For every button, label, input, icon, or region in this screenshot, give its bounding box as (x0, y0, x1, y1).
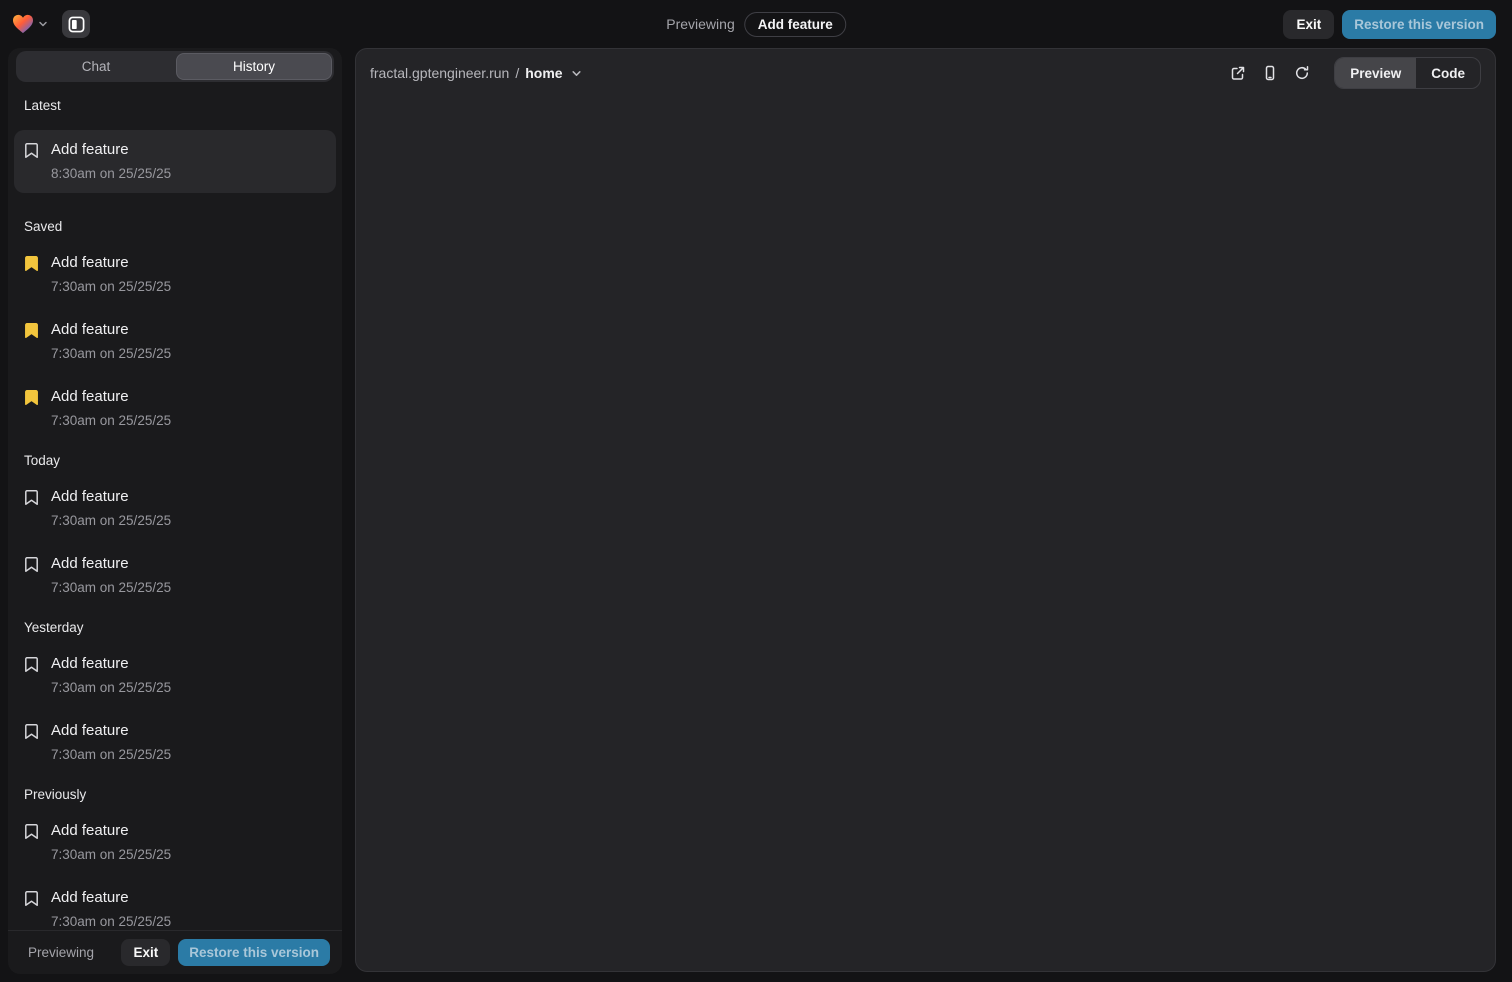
history-item-timestamp: 7:30am on 25/25/25 (51, 579, 171, 597)
history-item-title: Add feature (51, 821, 171, 841)
url-selector[interactable]: fractal.gptengineer.run / home (370, 65, 582, 81)
app-header: Previewing Add feature Exit Restore this… (0, 0, 1512, 48)
history-item-timestamp: 7:30am on 25/25/25 (51, 345, 171, 363)
open-in-new-tab-button[interactable] (1224, 59, 1252, 87)
history-item-timestamp: 7:30am on 25/25/25 (51, 412, 171, 430)
history-item-title: Add feature (51, 888, 171, 908)
history-item[interactable]: Add feature 7:30am on 25/25/25 (14, 819, 336, 866)
refresh-icon (1294, 65, 1310, 81)
bookmark-filled-icon (24, 322, 39, 339)
history-section-latest: Latest Add feature 8:30am on 25/25/25 (8, 98, 342, 193)
section-title: Saved (24, 219, 326, 234)
preview-panel: fractal.gptengineer.run / home (355, 48, 1496, 972)
sidebar-panel-icon (68, 16, 85, 33)
section-title: Yesterday (24, 620, 326, 635)
history-section-saved: SavedAdd feature7:30am on 25/25/25Add fe… (8, 219, 342, 432)
history-item[interactable]: Add feature 7:30am on 25/25/25 (14, 485, 336, 532)
previewing-label: Previewing (666, 16, 734, 32)
history-item[interactable]: Add feature 7:30am on 25/25/25 (14, 886, 336, 930)
section-title: Today (24, 453, 326, 468)
history-item-title: Add feature (51, 387, 171, 407)
chevron-down-icon (571, 68, 582, 79)
history-section-today: TodayAdd feature7:30am on 25/25/25Add fe… (8, 453, 342, 599)
chevron-down-icon (38, 19, 48, 29)
history-item[interactable]: Add feature 7:30am on 25/25/25 (14, 552, 336, 599)
refresh-button[interactable] (1288, 59, 1316, 87)
history-item-timestamp: 7:30am on 25/25/25 (51, 746, 171, 764)
url-path: home (525, 65, 562, 81)
bookmark-icon (24, 142, 39, 159)
footer-exit-button[interactable]: Exit (121, 939, 170, 966)
section-title: Previously (24, 787, 326, 802)
url-host: fractal.gptengineer.run (370, 65, 509, 81)
version-badge[interactable]: Add feature (745, 12, 846, 37)
history-item-timestamp: 7:30am on 25/25/25 (51, 278, 171, 296)
bookmark-icon (24, 723, 39, 740)
history-item-timestamp: 7:30am on 25/25/25 (51, 512, 171, 530)
history-item-title: Add feature (51, 140, 171, 160)
history-item[interactable]: Add feature 7:30am on 25/25/25 (14, 251, 336, 298)
history-item[interactable]: Add feature 7:30am on 25/25/25 (14, 652, 336, 699)
url-separator: / (515, 65, 519, 81)
tab-chat[interactable]: Chat (18, 53, 174, 80)
history-item[interactable]: Add feature 7:30am on 25/25/25 (14, 385, 336, 432)
history-item[interactable]: Add feature 7:30am on 25/25/25 (14, 318, 336, 365)
lovable-heart-logo-icon (12, 14, 34, 34)
footer-restore-version-button[interactable]: Restore this version (178, 939, 330, 966)
bookmark-icon (24, 556, 39, 573)
history-item-title: Add feature (51, 320, 171, 340)
logo-menu[interactable] (12, 14, 48, 34)
view-toggle-preview[interactable]: Preview (1335, 58, 1416, 88)
mobile-view-icon (1262, 65, 1278, 81)
tab-history[interactable]: History (176, 53, 332, 80)
bookmark-icon (24, 823, 39, 840)
bookmark-icon (24, 656, 39, 673)
open-in-new-tab-icon (1230, 65, 1246, 81)
history-sidebar: ChatHistory Latest Add feature 8:30am on 2… (8, 48, 342, 974)
history-list: Latest Add feature 8:30am on 25/25/25 Saved… (8, 82, 342, 930)
history-section-yesterday: YesterdayAdd feature7:30am on 25/25/25Ad… (8, 620, 342, 766)
footer-previewing-label: Previewing (28, 945, 113, 960)
history-item-timestamp: 7:30am on 25/25/25 (51, 846, 171, 864)
bookmark-filled-icon (24, 255, 39, 272)
exit-button[interactable]: Exit (1283, 10, 1334, 39)
history-item-title: Add feature (51, 554, 171, 574)
history-item-timestamp: 7:30am on 25/25/25 (51, 679, 171, 697)
history-section-previously: PreviouslyAdd feature7:30am on 25/25/25A… (8, 787, 342, 930)
history-item-title: Add feature (51, 487, 171, 507)
view-toggle-code[interactable]: Code (1416, 58, 1480, 88)
history-item-title: Add feature (51, 721, 171, 741)
preview-header: fractal.gptengineer.run / home (356, 49, 1495, 97)
bookmark-icon (24, 890, 39, 907)
chat-history-tab-switcher: ChatHistory (16, 51, 334, 82)
preview-viewport[interactable] (356, 97, 1495, 971)
bookmark-filled-icon (24, 389, 39, 406)
history-item[interactable]: Add feature 7:30am on 25/25/25 (14, 719, 336, 766)
section-title: Latest (24, 98, 326, 113)
bookmark-icon (24, 489, 39, 506)
sidebar-footer: Previewing Exit Restore this version (8, 930, 342, 974)
history-item-title: Add feature (51, 253, 171, 273)
preview-code-toggle: PreviewCode (1334, 57, 1481, 89)
history-item-timestamp: 8:30am on 25/25/25 (51, 165, 171, 183)
sidebar-toggle-button[interactable] (62, 10, 90, 38)
history-item-title: Add feature (51, 654, 171, 674)
restore-version-button[interactable]: Restore this version (1342, 10, 1496, 39)
mobile-view-button[interactable] (1256, 59, 1284, 87)
history-item[interactable]: Add feature 8:30am on 25/25/25 (14, 130, 336, 193)
history-item-timestamp: 7:30am on 25/25/25 (51, 913, 171, 930)
